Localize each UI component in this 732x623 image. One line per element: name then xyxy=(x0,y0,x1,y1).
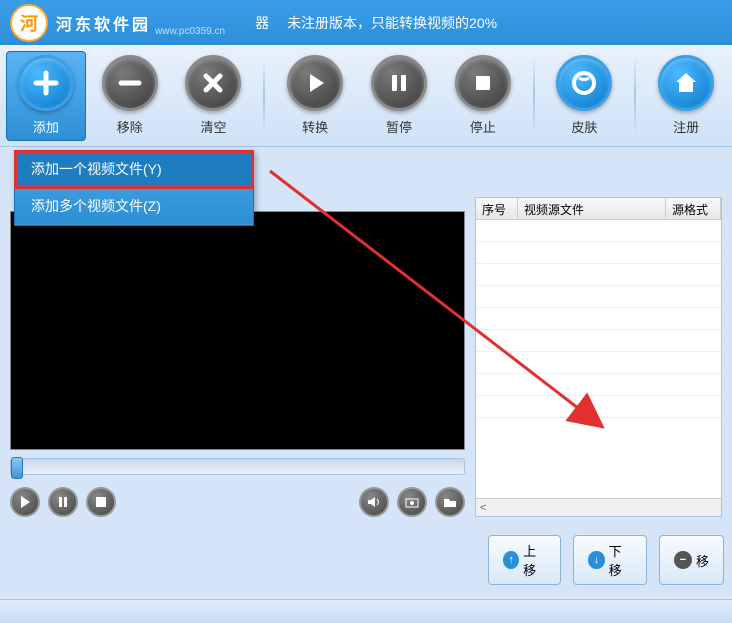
stop-icon xyxy=(471,71,495,95)
register-button[interactable]: 注册 xyxy=(646,51,726,141)
minus-icon: − xyxy=(674,551,692,569)
list-actions: ↑ 上移 ↓ 下移 − 移 xyxy=(480,527,732,593)
separator xyxy=(533,56,535,136)
pause-label: 暂停 xyxy=(386,117,412,136)
convert-label: 转换 xyxy=(302,117,328,136)
minus-icon xyxy=(115,68,145,98)
pause-icon xyxy=(58,497,68,507)
move-up-button[interactable]: ↑ 上移 xyxy=(488,535,561,585)
play-control[interactable] xyxy=(10,487,40,517)
status-bar xyxy=(0,599,732,623)
camera-icon xyxy=(405,497,419,508)
table-row[interactable] xyxy=(476,308,721,330)
remove-label: 移除 xyxy=(117,117,143,136)
table-row[interactable] xyxy=(476,352,721,374)
file-list-pane: 序号 视频源文件 源格式 < xyxy=(475,197,722,517)
table-row[interactable] xyxy=(476,264,721,286)
clear-label: 清空 xyxy=(200,117,226,136)
stop-icon xyxy=(96,497,106,507)
scroll-left-icon: < xyxy=(480,502,486,514)
video-preview xyxy=(10,211,465,450)
col-format[interactable]: 源格式 xyxy=(666,198,721,219)
separator xyxy=(263,56,265,136)
brand-text: 河东软件园 xyxy=(56,11,151,35)
skin-icon xyxy=(569,68,599,98)
title-bar: 河 河东软件园 www.pc0359.cn 器 未注册版本，只能转换视频的20% xyxy=(0,0,732,45)
remove-button[interactable]: 移除 xyxy=(90,51,170,141)
table-row[interactable] xyxy=(476,242,721,264)
table-header: 序号 视频源文件 源格式 xyxy=(476,198,721,220)
register-label: 注册 xyxy=(673,117,699,136)
title-suffix: 器 xyxy=(255,13,269,33)
add-single-file-item[interactable]: 添加一个视频文件(Y) xyxy=(15,151,253,188)
table-body xyxy=(476,220,721,498)
logo-icon: 河 xyxy=(10,4,48,42)
pause-button[interactable]: 暂停 xyxy=(359,51,439,141)
move-down-label: 下移 xyxy=(609,541,632,579)
title-notice: 未注册版本，只能转换视频的20% xyxy=(287,13,497,33)
down-arrow-icon: ↓ xyxy=(588,551,604,569)
separator xyxy=(634,56,636,136)
snapshot-control[interactable] xyxy=(397,487,427,517)
seek-slider[interactable] xyxy=(10,458,465,475)
folder-icon xyxy=(443,497,457,508)
slider-thumb[interactable] xyxy=(11,457,23,479)
table-row[interactable] xyxy=(476,330,721,352)
home-icon xyxy=(672,69,700,97)
convert-button[interactable]: 转换 xyxy=(275,51,355,141)
play-icon xyxy=(302,70,328,96)
url-text: www.pc0359.cn xyxy=(155,26,225,37)
volume-control[interactable] xyxy=(359,487,389,517)
main-toolbar: 添加 移除 清空 转换 暂停 停止 皮肤 注册 xyxy=(0,45,732,147)
pause-control[interactable] xyxy=(48,487,78,517)
table-row[interactable] xyxy=(476,286,721,308)
x-icon xyxy=(200,70,226,96)
delete-button[interactable]: − 移 xyxy=(659,535,724,585)
add-button[interactable]: 添加 xyxy=(6,51,86,141)
clear-button[interactable]: 清空 xyxy=(174,51,254,141)
stop-control[interactable] xyxy=(86,487,116,517)
table-row[interactable] xyxy=(476,220,721,242)
play-icon xyxy=(19,496,31,508)
up-arrow-icon: ↑ xyxy=(503,551,519,569)
skin-label: 皮肤 xyxy=(571,117,597,136)
table-row[interactable] xyxy=(476,374,721,396)
stop-label: 停止 xyxy=(470,117,496,136)
plus-icon xyxy=(31,68,61,98)
move-down-button[interactable]: ↓ 下移 xyxy=(573,535,646,585)
table-row[interactable] xyxy=(476,396,721,418)
stop-button[interactable]: 停止 xyxy=(443,51,523,141)
skin-button[interactable]: 皮肤 xyxy=(545,51,625,141)
open-control[interactable] xyxy=(435,487,465,517)
col-source[interactable]: 视频源文件 xyxy=(518,198,666,219)
col-index[interactable]: 序号 xyxy=(476,198,518,219)
add-dropdown-menu: 添加一个视频文件(Y) 添加多个视频文件(Z) xyxy=(14,150,254,226)
add-multiple-files-item[interactable]: 添加多个视频文件(Z) xyxy=(15,188,253,225)
horizontal-scrollbar[interactable]: < xyxy=(476,498,721,516)
delete-label: 移 xyxy=(696,551,709,570)
speaker-icon xyxy=(367,496,381,508)
pause-icon xyxy=(387,71,411,95)
playback-controls xyxy=(10,487,465,517)
move-up-label: 上移 xyxy=(523,541,546,579)
add-label: 添加 xyxy=(33,117,59,136)
